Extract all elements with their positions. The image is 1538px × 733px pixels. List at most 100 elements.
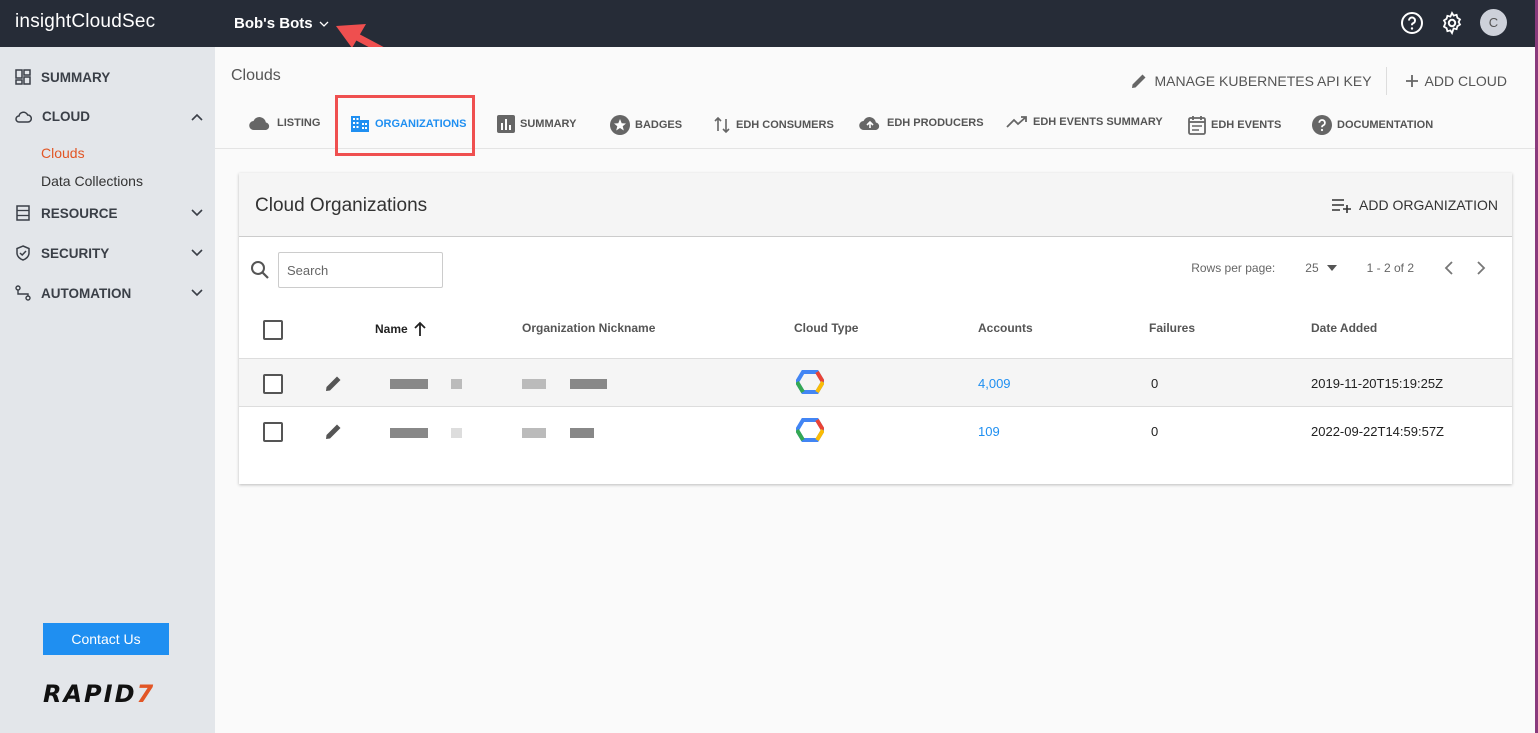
rows-per-page-value: 25 (1305, 261, 1319, 275)
logo-seven: 7 (136, 680, 156, 708)
rapid7-logo: RAPID7 (43, 680, 155, 708)
chevron-down-icon (191, 209, 203, 217)
org-switcher[interactable]: Bob's Bots (234, 15, 329, 32)
date-added-value: 2022-09-22T14:59:57Z (1311, 424, 1444, 439)
chevron-left-icon[interactable] (1444, 261, 1454, 275)
table-row[interactable]: 109 0 2022-09-22T14:59:57Z (239, 406, 1512, 454)
brand-bold-text: CloudSec (71, 11, 156, 32)
column-header-nickname[interactable]: Organization Nickname (522, 321, 655, 335)
card-title: Cloud Organizations (255, 195, 428, 216)
tab-summary[interactable]: SUMMARY (497, 115, 576, 133)
redacted-nickname (522, 428, 546, 438)
row-checkbox[interactable] (263, 422, 283, 442)
pencil-icon[interactable] (325, 374, 343, 392)
row-checkbox[interactable] (263, 374, 283, 394)
top-bar: insightCloudSec Bob's Bots C (0, 0, 1535, 47)
page-title: Clouds (231, 67, 281, 84)
playlist-add-icon (1332, 199, 1352, 213)
tab-edh-events[interactable]: EDH EVENTS (1188, 115, 1281, 135)
help-circle-icon (1312, 115, 1332, 135)
logo-text: RAPID (43, 680, 137, 708)
brand-light-text: insight (15, 11, 72, 32)
table-row[interactable]: 4,009 0 2019-11-20T15:19:25Z (239, 358, 1512, 406)
sidebar-item-resource[interactable]: RESOURCE (15, 205, 203, 221)
column-label: Name (375, 322, 408, 336)
redacted-name (390, 379, 428, 389)
rows-per-page-select[interactable]: 25 (1305, 261, 1337, 275)
column-header-cloud-type[interactable]: Cloud Type (794, 321, 858, 335)
tab-label: LISTING (277, 117, 321, 129)
sidebar-item-security[interactable]: SECURITY (15, 245, 203, 261)
tab-badges[interactable]: BADGES (610, 115, 682, 135)
column-header-name[interactable]: Name (375, 321, 427, 337)
tab-label: EDH EVENTS SUMMARY (1033, 116, 1163, 128)
select-all-checkbox[interactable] (263, 320, 283, 340)
redacted-nickname (570, 428, 594, 438)
app-logo[interactable]: insightCloudSec (15, 11, 155, 33)
failures-value: 0 (1151, 424, 1159, 439)
sidebar-item-label: SUMMARY (41, 69, 111, 85)
redacted-name (451, 428, 462, 438)
database-icon (16, 205, 30, 221)
sidebar-item-label: AUTOMATION (41, 285, 132, 301)
search-icon (251, 261, 269, 279)
chevron-down-icon (319, 21, 329, 27)
chevron-right-icon[interactable] (1476, 261, 1486, 275)
tab-label: EDH PRODUCERS (887, 117, 984, 129)
cloud-icon (249, 117, 270, 131)
tab-label: SUMMARY (520, 118, 577, 130)
failures-value: 0 (1151, 376, 1159, 391)
cloud-upload-icon (859, 117, 880, 131)
sidebar-subitem-data-collections[interactable]: Data Collections (41, 173, 143, 189)
pagination: Rows per page: 25 1 - 2 of 2 (1191, 261, 1486, 275)
manage-kubernetes-api-key-button[interactable]: MANAGE KUBERNETES API KEY (1130, 72, 1372, 90)
divider (1385, 67, 1387, 95)
redacted-name (390, 428, 428, 438)
accounts-link[interactable]: 4,009 (978, 376, 1011, 391)
star-badge-icon (610, 115, 630, 135)
sidebar-item-automation[interactable]: AUTOMATION (15, 285, 203, 301)
card-header: Cloud Organizations ADD ORGANIZATION (239, 173, 1512, 237)
help-icon[interactable] (1400, 11, 1424, 35)
redacted-name (451, 379, 462, 389)
bar-chart-icon (497, 115, 515, 133)
sidebar-item-label: SECURITY (41, 245, 110, 261)
tab-listing[interactable]: LISTING (248, 115, 320, 131)
search-input[interactable] (278, 252, 443, 288)
shield-icon (16, 245, 30, 261)
sidebar-subitem-clouds[interactable]: Clouds (41, 145, 85, 161)
sidebar: SUMMARY CLOUD Clouds Data Collections RE… (0, 47, 215, 733)
manage-kubernetes-label: MANAGE KUBERNETES API KEY (1154, 73, 1372, 89)
sidebar-item-cloud[interactable]: CLOUD (15, 109, 203, 124)
dashboard-icon (15, 69, 31, 85)
sidebar-item-label: CLOUD (42, 109, 90, 124)
tab-documentation[interactable]: DOCUMENTATION (1312, 115, 1433, 135)
calendar-icon (1188, 116, 1206, 135)
add-organization-label: ADD ORGANIZATION (1359, 197, 1498, 213)
add-organization-button[interactable]: ADD ORGANIZATION (1331, 197, 1498, 213)
tab-edh-events-summary[interactable]: EDH EVENTS SUMMARY (1006, 115, 1163, 129)
date-added-value: 2019-11-20T15:19:25Z (1311, 376, 1444, 391)
accounts-link[interactable]: 109 (978, 424, 1000, 439)
org-name: Bob's Bots (234, 15, 313, 32)
gear-icon[interactable] (1440, 10, 1464, 35)
column-header-accounts[interactable]: Accounts (978, 321, 1033, 335)
column-header-failures[interactable]: Failures (1149, 321, 1195, 335)
gcp-icon (796, 418, 824, 442)
arrow-up-icon (414, 321, 426, 336)
column-header-date-added[interactable]: Date Added (1311, 321, 1377, 335)
swap-vertical-icon (714, 116, 730, 134)
sidebar-item-summary[interactable]: SUMMARY (15, 69, 203, 85)
avatar[interactable]: C (1480, 9, 1507, 36)
tab-label: BADGES (635, 119, 683, 131)
tab-edh-producers[interactable]: EDH PRODUCERS (858, 115, 984, 131)
chevron-down-icon (191, 289, 203, 297)
tab-edh-consumers[interactable]: EDH CONSUMERS (713, 115, 834, 135)
redacted-nickname (570, 379, 607, 389)
caret-down-icon (1326, 265, 1337, 271)
page-range: 1 - 2 of 2 (1366, 261, 1414, 275)
cloud-icon (15, 110, 32, 123)
add-cloud-button[interactable]: ADD CLOUD (1405, 73, 1507, 89)
pencil-icon[interactable] (325, 422, 343, 440)
contact-us-button[interactable]: Contact Us (43, 623, 169, 655)
